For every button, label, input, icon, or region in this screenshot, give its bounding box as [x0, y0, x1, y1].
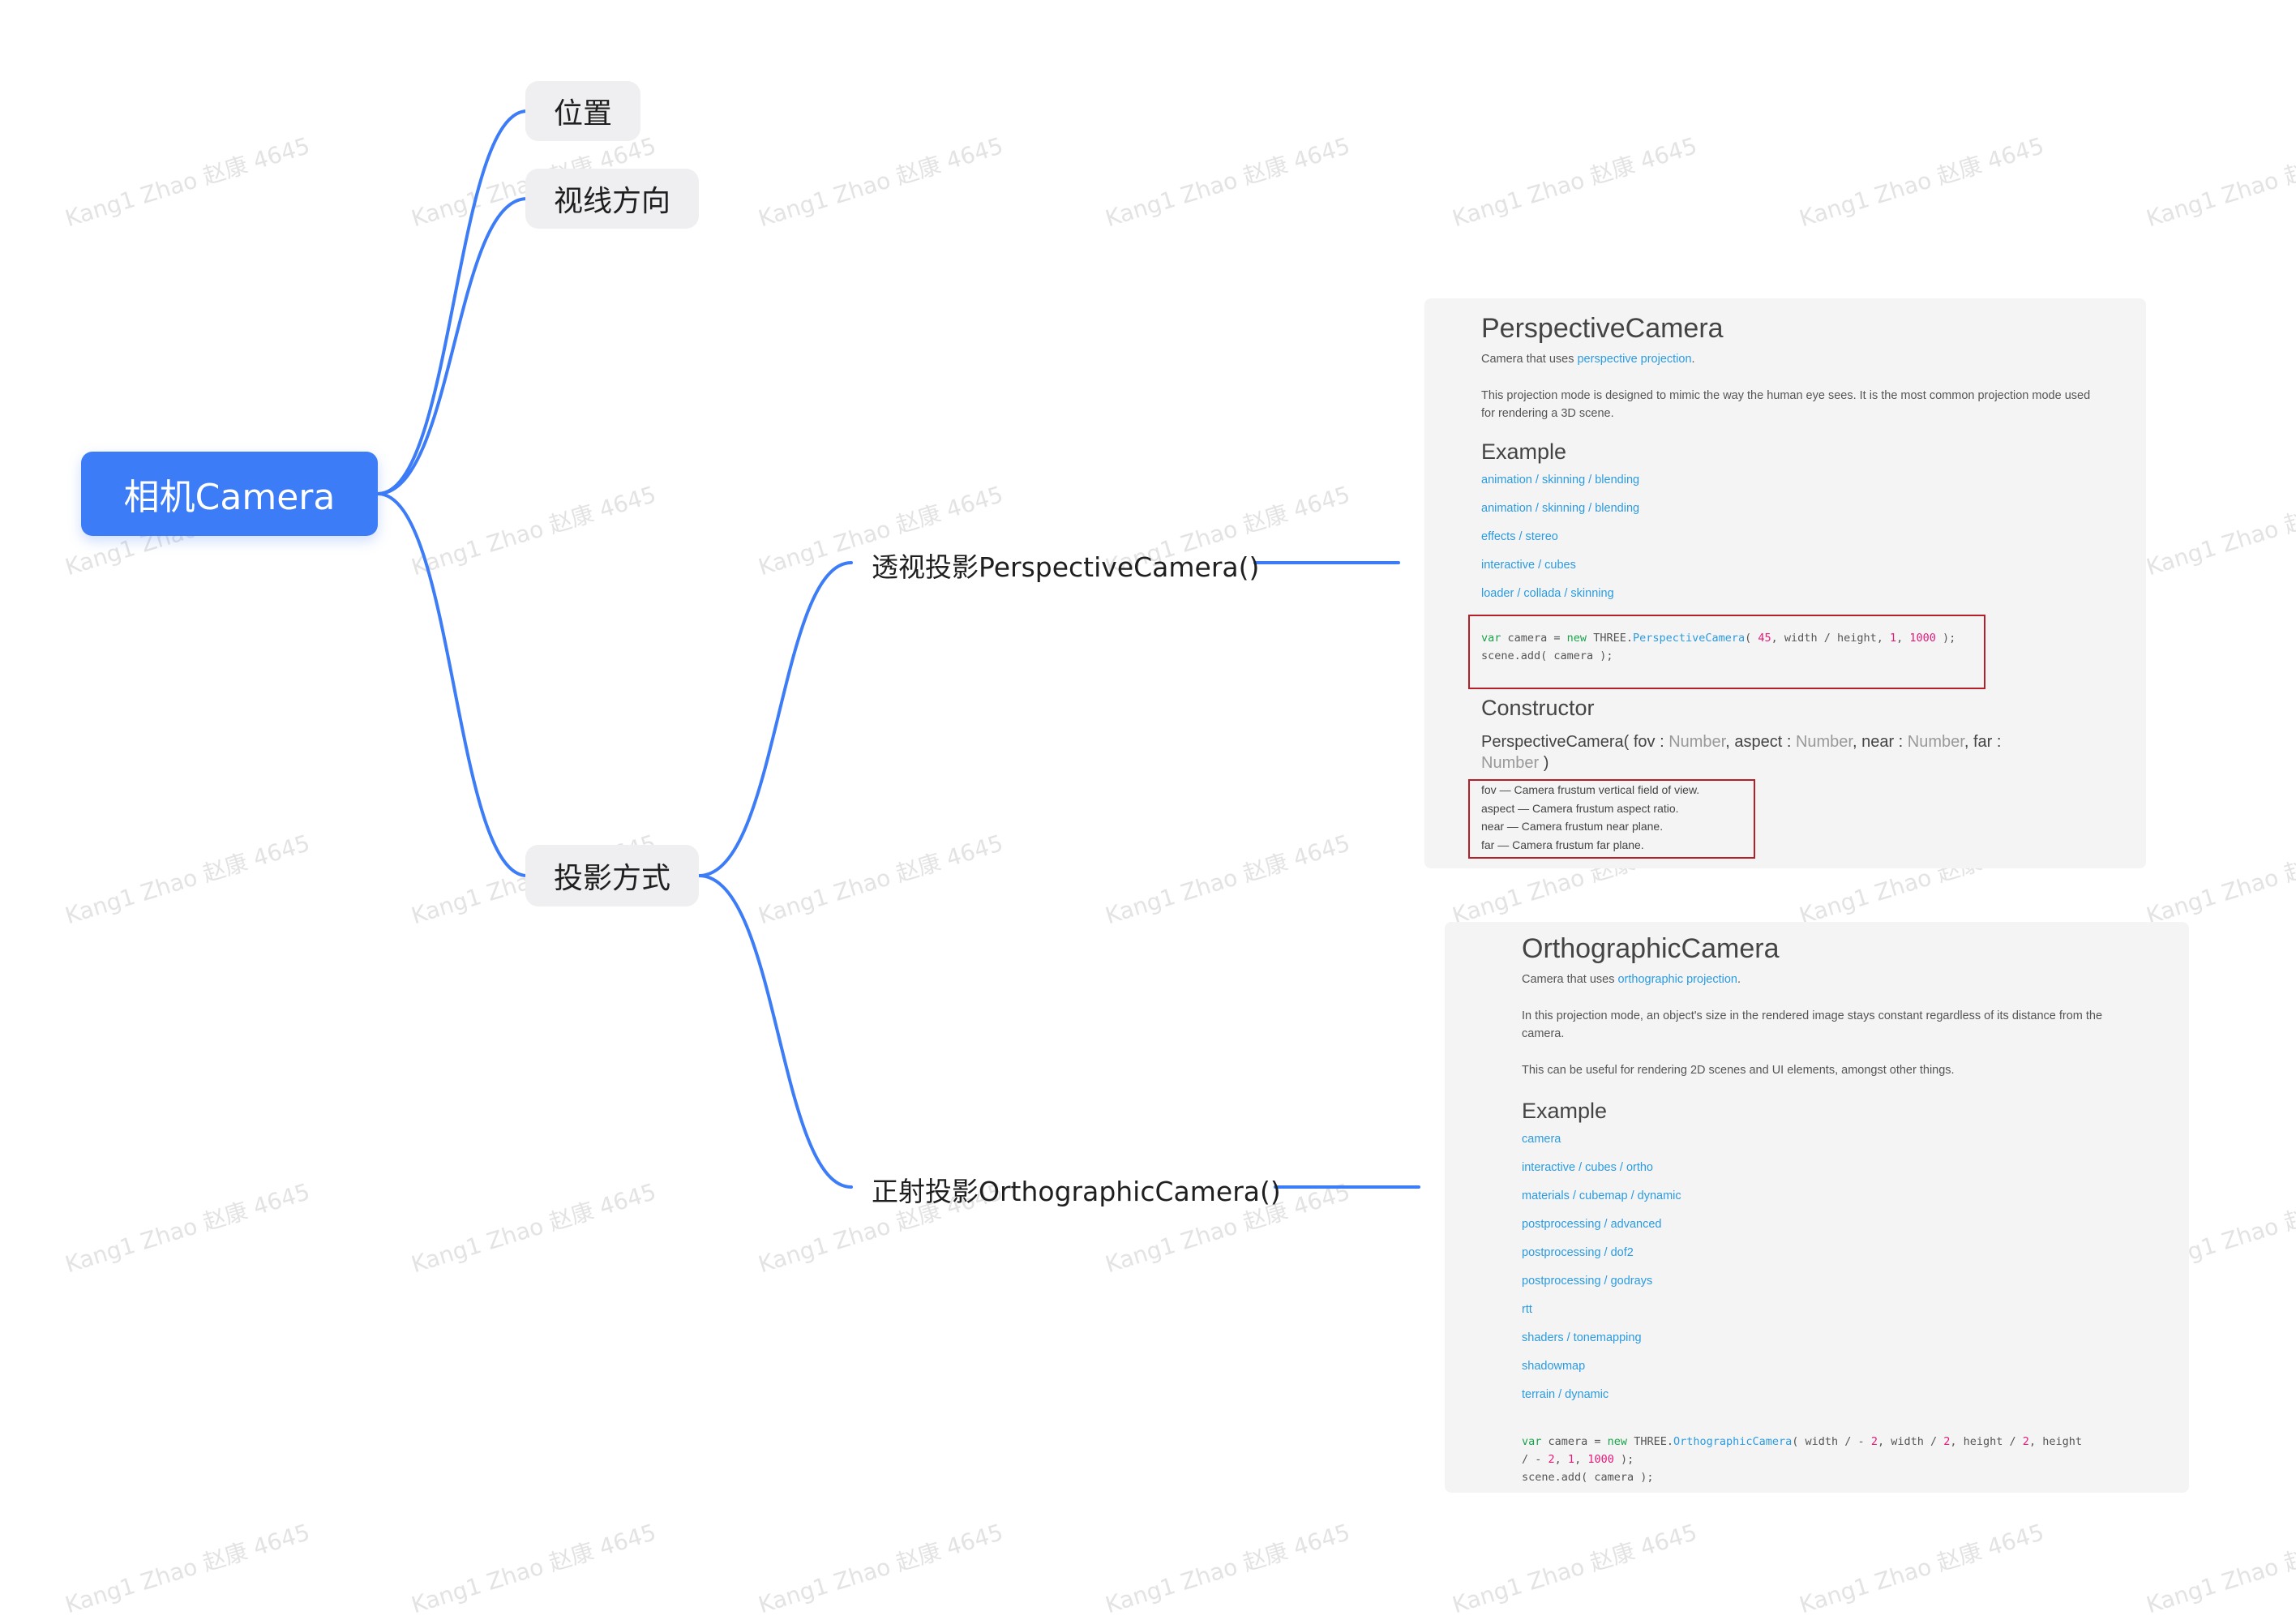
orthographic-example-link[interactable]: shadowmap [1522, 1360, 1585, 1373]
orthographic-example-link[interactable]: camera [1522, 1133, 1561, 1146]
param-item: near — Camera frustum near plane. [1481, 820, 1664, 833]
param-item: fov — Camera frustum vertical field of v… [1481, 783, 1700, 796]
topic-position[interactable]: 位置 [525, 81, 640, 141]
perspective-doc-description: This projection mode is designed to mimi… [1481, 389, 2091, 420]
perspective-constructor-signature: PerspectiveCamera( fov : Number, aspect … [1481, 733, 2002, 772]
subtopic-perspective-label: 透视投影PerspectiveCamera() [872, 551, 1260, 583]
orthographic-doc-title: OrthographicCamera [1522, 933, 1780, 964]
perspective-example-link[interactable]: animation / skinning / blending [1481, 474, 1639, 486]
connector-projection-orthographic [697, 874, 853, 1189]
perspective-constructor-heading: Constructor [1481, 696, 1595, 720]
orthographic-doc-intro: Camera that uses orthographic projection… [1522, 973, 1741, 986]
connector-root-direction [376, 197, 529, 495]
perspective-code-block: var camera = new THREE.PerspectiveCamera… [1481, 632, 1956, 662]
orthographic-doc-description: In this projection mode, an object's siz… [1522, 1009, 2103, 1040]
connector-root-projection [376, 492, 529, 877]
perspective-example-link[interactable]: animation / skinning / blending [1481, 502, 1639, 515]
topic-projection-mode-label: 投影方式 [553, 862, 670, 895]
subtopic-orthographic-camera[interactable]: 正射投影OrthographicCamera() [872, 1170, 1281, 1209]
perspective-projection-link[interactable]: perspective projection [1577, 353, 1691, 366]
perspective-example-link[interactable]: effects / stereo [1481, 530, 1558, 543]
orthographic-example-link[interactable]: postprocessing / dof2 [1522, 1246, 1634, 1259]
param-item: aspect — Camera frustum aspect ratio. [1481, 801, 1679, 815]
topic-view-direction[interactable]: 视线方向 [525, 169, 699, 229]
connector-root-position [376, 109, 529, 495]
orthographic-example-link[interactable]: postprocessing / godrays [1522, 1275, 1652, 1288]
param-item: far — Camera frustum far plane. [1481, 838, 1644, 851]
orthographic-code-block: var camera = new THREE.OrthographicCamer… [1522, 1435, 2082, 1484]
topic-position-label: 位置 [553, 97, 612, 131]
mind-map-canvas: Kang1 Zhao 赵康 4645Kang1 Zhao 赵康 4645Kang… [0, 0, 2296, 1618]
perspective-doc-intro: Camera that uses perspective projection. [1481, 353, 1695, 366]
perspective-params-list: fov — Camera frustum vertical field of v… [1481, 781, 1699, 854]
subtopic-perspective-camera[interactable]: 透视投影PerspectiveCamera() [872, 546, 1259, 585]
orthographic-projection-link[interactable]: orthographic projection [1617, 973, 1737, 986]
perspective-doc-title: PerspectiveCamera [1481, 313, 1724, 344]
perspective-camera-doc-image[interactable]: PerspectiveCamera Camera that uses persp… [1424, 298, 2146, 868]
topic-projection-mode[interactable]: 投影方式 [525, 845, 699, 906]
orthographic-example-link[interactable]: shaders / tonemapping [1522, 1331, 1642, 1344]
orthographic-example-link[interactable]: postprocessing / advanced [1522, 1218, 1662, 1231]
connector-projection-perspective [697, 561, 853, 877]
orthographic-example-heading: Example [1522, 1099, 1608, 1123]
orthographic-camera-doc-image[interactable]: OrthographicCamera Camera that uses orth… [1445, 922, 2189, 1493]
perspective-example-link[interactable]: interactive / cubes [1481, 559, 1576, 572]
orthographic-example-link[interactable]: interactive / cubes / ortho [1522, 1161, 1653, 1174]
perspective-example-link[interactable]: loader / collada / skinning [1481, 587, 1614, 600]
orthographic-doc-description-2: This can be useful for rendering 2D scen… [1522, 1064, 1955, 1077]
orthographic-example-link[interactable]: terrain / dynamic [1522, 1388, 1608, 1401]
subtopic-orthographic-label: 正射投影OrthographicCamera() [872, 1176, 1281, 1207]
orthographic-example-link[interactable]: rtt [1522, 1303, 1532, 1316]
orthographic-example-link[interactable]: materials / cubemap / dynamic [1522, 1189, 1681, 1202]
topic-view-direction-label: 视线方向 [553, 185, 670, 218]
root-node-camera[interactable]: 相机Camera [81, 452, 378, 536]
perspective-example-heading: Example [1481, 439, 1567, 464]
root-label: 相机Camera [123, 477, 336, 518]
